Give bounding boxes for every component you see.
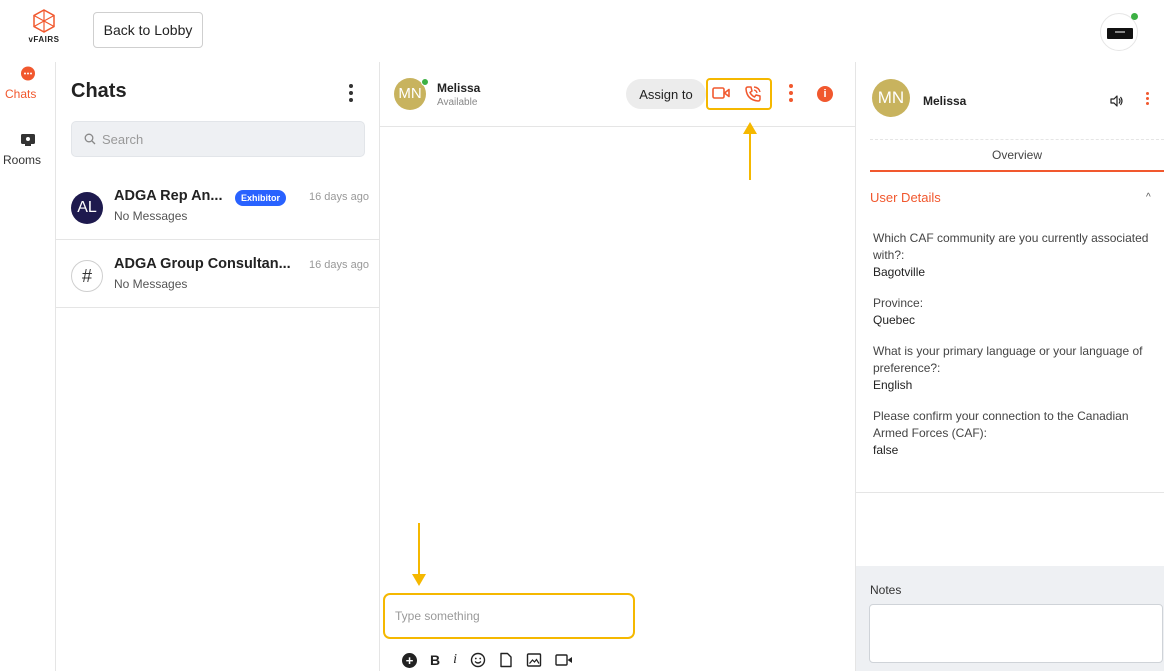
search-icon [84, 133, 96, 145]
vfairs-logo[interactable]: vFAIRS [26, 9, 62, 51]
annotation-arrow-down [418, 523, 420, 575]
detail-answer: English [873, 378, 913, 392]
profile-menu-icon[interactable] [1146, 92, 1150, 107]
detail-question: What is your primary language or your la… [873, 344, 1143, 375]
add-attachment-icon[interactable]: + [402, 652, 417, 668]
notes-input[interactable] [869, 604, 1163, 663]
detail-question: Province: [873, 296, 924, 310]
assign-to-button[interactable]: Assign to [626, 79, 706, 109]
contact-status: Available [437, 97, 478, 108]
volume-icon[interactable] [1110, 95, 1124, 107]
composer-area: + B i [380, 590, 856, 671]
info-icon[interactable]: i [817, 86, 833, 102]
chat-bubble-icon [21, 66, 35, 81]
file-icon[interactable] [499, 652, 513, 668]
detail-answer: Quebec [873, 313, 916, 327]
online-status-dot [421, 78, 429, 86]
chat-name: ADGA Rep An... [114, 188, 223, 204]
annotation-arrowhead-down [412, 574, 426, 586]
profile-avatar: MN [872, 79, 910, 117]
notes-label: Notes [870, 583, 902, 597]
emoji-icon[interactable] [470, 652, 486, 668]
user-details-header[interactable]: User Details ^ [856, 172, 1164, 217]
chat-list-item[interactable]: # ADGA Group Consultan... 16 days ago No… [56, 240, 380, 308]
tab-overview[interactable]: Overview [870, 139, 1164, 172]
conversation-menu-icon[interactable] [789, 84, 793, 105]
chat-preview: No Messages [114, 277, 188, 291]
composer-toolbar: + B i [402, 650, 586, 670]
contact-name: Melissa [437, 81, 481, 95]
chats-menu-icon[interactable] [349, 84, 353, 105]
notes-section: Notes [856, 566, 1164, 671]
search-box[interactable] [71, 121, 365, 157]
chats-title: Chats [71, 80, 127, 102]
user-details-title: User Details [870, 190, 941, 205]
italic-button[interactable]: i [453, 652, 457, 668]
annotation-arrow-up [749, 132, 751, 180]
user-details-body: Which CAF community are you currently as… [873, 230, 1158, 473]
phone-call-icon[interactable] [744, 85, 762, 103]
image-icon[interactable] [526, 652, 542, 668]
chats-panel: Chats AL ADGA Rep An... Exhibitor 16 day… [56, 62, 380, 671]
video-call-icon[interactable] [712, 86, 730, 100]
vfairs-logo-icon [33, 9, 55, 33]
logo-text: vFAIRS [28, 35, 60, 44]
annotation-arrowhead-up [743, 122, 757, 134]
group-hash-icon: # [71, 260, 103, 292]
rail-item-chats[interactable]: Chats [0, 66, 56, 101]
profile-name: Melissa [923, 94, 967, 108]
conversation-panel: MN Melissa Available Assign to i + B i [380, 62, 856, 671]
search-input[interactable] [102, 122, 352, 156]
rail-label-rooms: Rooms [3, 153, 42, 167]
detail-question: Please confirm your connection to the Ca… [873, 409, 1129, 440]
back-to-lobby-button[interactable]: Back to Lobby [93, 12, 203, 48]
detail-answer: Bagotville [873, 265, 926, 279]
chevron-up-icon[interactable]: ^ [1146, 192, 1151, 203]
chat-list-item[interactable]: AL ADGA Rep An... Exhibitor 16 days ago … [56, 172, 380, 240]
video-icon[interactable] [555, 653, 573, 667]
chat-name: ADGA Group Consultan... [114, 256, 291, 272]
chat-time: 16 days ago [309, 191, 369, 203]
chat-avatar: AL [71, 192, 103, 224]
message-composer[interactable] [383, 593, 635, 639]
exhibitor-badge: Exhibitor [235, 190, 287, 206]
online-status-dot [1131, 13, 1138, 20]
message-input[interactable] [395, 609, 625, 627]
detail-answer: false [873, 443, 899, 457]
section-divider [856, 492, 1164, 493]
profile-panel: MN Melissa Overview User Details ^ Which… [856, 62, 1164, 671]
left-rail: Chats Rooms [0, 62, 56, 671]
detail-question: Which CAF community are you currently as… [873, 231, 1149, 262]
rail-item-rooms[interactable]: Rooms [0, 132, 56, 167]
avatar-image [1107, 28, 1133, 39]
rooms-icon [21, 134, 35, 146]
chat-time: 16 days ago [309, 259, 369, 271]
top-bar: vFAIRS Back to Lobby [0, 0, 1164, 62]
bold-button[interactable]: B [430, 652, 440, 668]
rail-label-chats: Chats [5, 87, 37, 101]
chat-preview: No Messages [114, 209, 188, 223]
conversation-header: MN Melissa Available Assign to i [380, 62, 856, 127]
